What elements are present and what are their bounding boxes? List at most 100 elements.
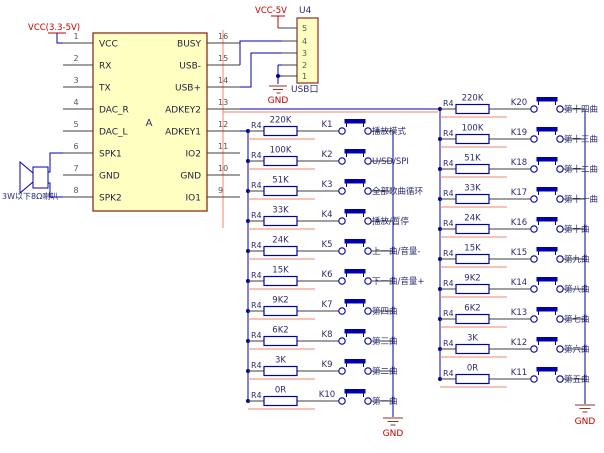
button-terminal [531, 256, 537, 262]
pin-number: 1 [302, 72, 307, 81]
button-cap [537, 157, 558, 162]
pin-number: 12 [218, 120, 228, 129]
schematic-canvas: A VCC(3.3-5V) 3W以下8Ω喇叭 U4 USB口 VCC-5V GN… [0, 0, 604, 453]
key-designator: K6 [322, 270, 333, 280]
pin-name: SPK2 [99, 194, 122, 204]
resistor-body [456, 315, 489, 324]
button-terminal [557, 376, 563, 382]
resistor-body [264, 307, 297, 316]
resistor-value: 9K2 [272, 296, 288, 306]
pin-name: USB- [179, 62, 201, 72]
key-designator: K5 [322, 240, 333, 250]
key-function-label: 下一曲/音量+ [372, 276, 425, 287]
resistor-body [264, 277, 297, 286]
resistor-designator: R4 [251, 211, 262, 220]
key-function-label: 第六曲 [564, 344, 590, 355]
resistor-designator: R4 [251, 271, 262, 280]
button-cap [345, 389, 366, 394]
pin-number: 16 [218, 32, 228, 41]
button-terminal [557, 256, 563, 262]
wire [48, 153, 63, 172]
resistor-value: 24K [464, 214, 481, 224]
resistor-value: 33K [464, 184, 481, 194]
key-designator: K10 [319, 390, 335, 400]
key-function-label: 第七曲 [564, 314, 590, 325]
key-function-label: 第二曲 [372, 366, 398, 377]
resistor-body [456, 195, 489, 204]
button-terminal [531, 286, 537, 292]
key-designator: K14 [511, 278, 527, 288]
schematic-svg: A VCC(3.3-5V) 3W以下8Ω喇叭 U4 USB口 VCC-5V GN… [0, 0, 604, 453]
resistor-designator: R4 [443, 279, 454, 288]
key-function-label: 第一曲 [372, 396, 398, 407]
resistor-body [264, 217, 297, 226]
button-terminal [339, 128, 345, 134]
resistor-value: 220K [270, 116, 292, 126]
resistor-designator: R4 [251, 121, 262, 130]
pin-name: DAC_R [99, 106, 129, 116]
button-terminal [365, 128, 371, 134]
resistor-designator: R4 [251, 331, 262, 340]
button-terminal [339, 338, 345, 344]
vcc-main-label: VCC(3.3-5V) [28, 23, 80, 33]
pin-number: 14 [218, 76, 228, 85]
button-terminal [365, 278, 371, 284]
pin-number: 4 [73, 98, 78, 107]
resistor-body [456, 255, 489, 264]
button-cap [537, 367, 558, 372]
button-cap [537, 127, 558, 132]
pin-number: 8 [73, 186, 78, 195]
pin-name: IO2 [186, 150, 201, 160]
resistor-designator: R4 [251, 151, 262, 160]
resistor-body [264, 367, 297, 376]
resistor-designator: R4 [443, 189, 454, 198]
resistor-body [456, 285, 489, 294]
key-designator: K15 [511, 248, 527, 258]
resistor-body [264, 337, 297, 346]
key-function-label: 第十二曲 [564, 164, 598, 175]
button-cap [345, 179, 366, 184]
pin-number: 3 [73, 76, 78, 85]
resistor-body [264, 157, 297, 166]
button-cap [345, 239, 366, 244]
key-function-label: 第四曲 [372, 306, 398, 317]
usb-port-label: USB口 [291, 85, 318, 95]
button-terminal [557, 136, 563, 142]
key-function-label: 第五曲 [564, 374, 590, 385]
pin-name: VCC [99, 40, 118, 50]
resistor-value: 0R [467, 364, 478, 374]
usb-connector-designator: U4 [299, 6, 312, 16]
button-cap [345, 299, 366, 304]
key-designator: K9 [322, 360, 333, 370]
resistor-value: 24K [272, 236, 289, 246]
button-terminal [339, 188, 345, 194]
button-terminal [365, 218, 371, 224]
button-cap [345, 119, 366, 124]
resistor-body [264, 187, 297, 196]
resistor-value: 51K [464, 154, 481, 164]
key-function-label: 全部歌曲循环 [372, 186, 424, 197]
resistor-value: 51K [272, 176, 289, 186]
resistor-body [456, 345, 489, 354]
button-terminal [339, 398, 345, 404]
resistor-body [456, 165, 489, 174]
key-function-label: 第三曲 [372, 336, 398, 347]
pin-name: GND [180, 172, 201, 182]
button-terminal [365, 308, 371, 314]
resistor-value: 100K [462, 124, 484, 134]
key-function-label: 第八曲 [564, 284, 590, 295]
pin-number: 10 [218, 164, 228, 173]
key-function-label: 播放/暂停 [372, 216, 409, 227]
resistor-designator: R4 [443, 99, 454, 108]
button-cap [345, 269, 366, 274]
button-terminal [531, 376, 537, 382]
resistor-designator: R4 [251, 301, 262, 310]
key-designator: K13 [511, 308, 527, 318]
key-designator: K4 [322, 210, 333, 220]
button-terminal [339, 368, 345, 374]
resistor-value: 3K [275, 356, 286, 366]
button-terminal [365, 188, 371, 194]
resistor-designator: R4 [251, 391, 262, 400]
speaker-horn [20, 162, 33, 193]
pin-number: 5 [302, 24, 307, 33]
